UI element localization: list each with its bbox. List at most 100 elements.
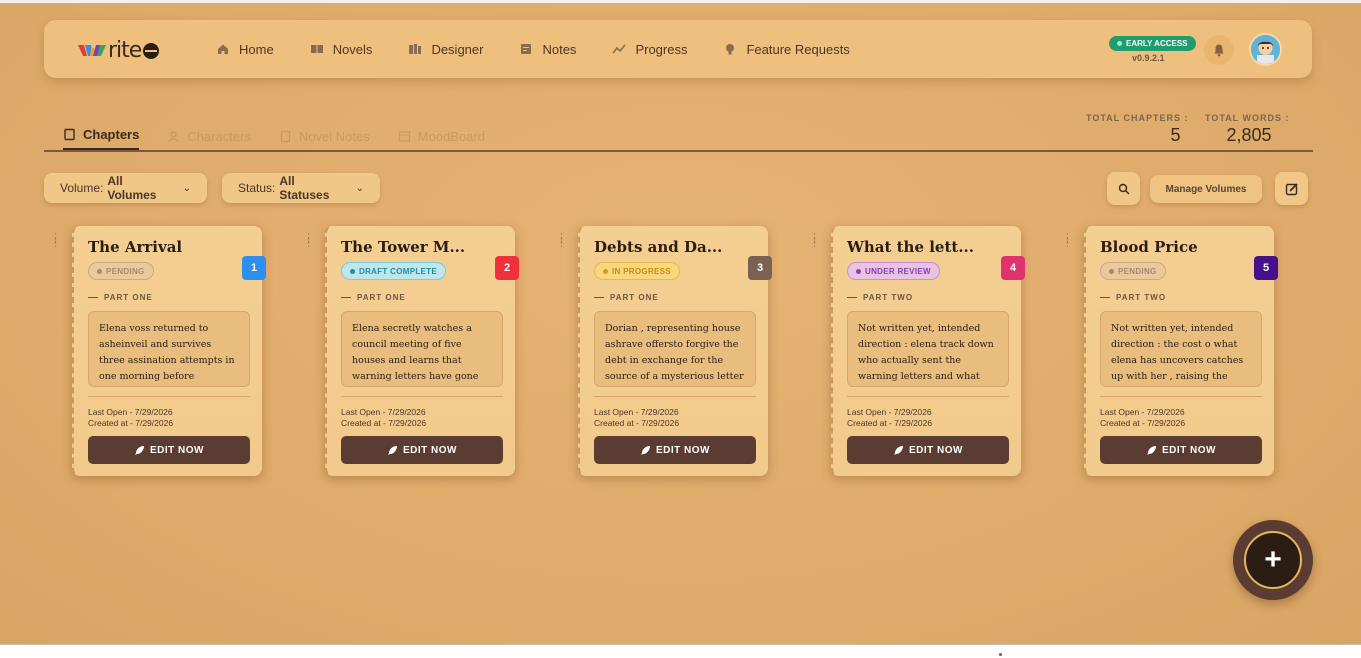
drag-handle-icon[interactable]: ⋮ ⋮ — [303, 233, 314, 249]
nav-item-designer[interactable]: Designer — [408, 42, 483, 57]
chapter-dates: Last Open - 7/29/2026 Created at - 7/29/… — [341, 407, 426, 429]
chapter-card-wrapper: ⋮ ⋮ What the lett... 4 UNDER REVIEW PART … — [809, 226, 1025, 476]
tab-novel-notes[interactable]: Novel Notes — [279, 127, 370, 151]
status-label: DRAFT COMPLETE — [359, 266, 437, 276]
feather-icon — [1147, 445, 1156, 455]
volume-filter-value: All Volumes — [107, 174, 157, 202]
plus-icon: + — [1244, 531, 1302, 589]
drag-handle-icon[interactable]: ⋮ ⋮ — [1062, 233, 1073, 249]
last-open-date: Last Open - 7/29/2026 — [847, 407, 932, 417]
edit-now-button[interactable]: EDIT NOW — [88, 436, 250, 464]
volume-filter-dropdown[interactable]: Volume: All Volumes ⌄ — [44, 173, 207, 203]
edit-now-label: EDIT NOW — [909, 444, 963, 456]
edit-now-button[interactable]: EDIT NOW — [594, 436, 756, 464]
status-badge: PENDING — [88, 262, 154, 280]
status-badge: DRAFT COMPLETE — [341, 262, 446, 280]
edit-now-button[interactable]: EDIT NOW — [1100, 436, 1262, 464]
chapter-title: Blood Price — [1100, 238, 1198, 256]
card-divider — [1100, 396, 1262, 397]
last-open-date: Last Open - 7/29/2026 — [88, 407, 173, 417]
tab-chapters[interactable]: Chapters — [63, 127, 140, 151]
chapter-card[interactable]: Blood Price 5 PENDING PART TWO Not writt… — [1084, 226, 1278, 476]
drag-handle-icon[interactable]: ⋮ ⋮ — [50, 233, 61, 249]
status-filter-label: Status: — [238, 181, 276, 195]
add-chapter-fab[interactable]: + — [1233, 520, 1313, 600]
status-dot-icon — [350, 268, 355, 274]
logo-e-icon — [143, 42, 160, 59]
part-label: PART TWO — [1100, 293, 1166, 302]
tab-moodboard[interactable]: MoodBoard — [398, 127, 485, 151]
edit-now-label: EDIT NOW — [656, 444, 710, 456]
nav-item-home[interactable]: Home — [216, 42, 274, 57]
user-avatar[interactable] — [1249, 33, 1282, 66]
top-nav: rite Home Novels Designer Notes Progress… — [44, 20, 1312, 78]
edit-square-icon — [1285, 182, 1298, 195]
feather-icon — [135, 445, 144, 455]
chapters-book-icon — [63, 128, 76, 141]
status-badge: IN PROGRESS — [594, 262, 680, 280]
app-page: rite Home Novels Designer Notes Progress… — [0, 0, 1361, 644]
edit-now-button[interactable]: EDIT NOW — [847, 436, 1009, 464]
status-filter-dropdown[interactable]: Status: All Statuses ⌄ — [222, 173, 380, 203]
status-dot-icon — [97, 268, 102, 274]
card-divider — [847, 396, 1009, 397]
logo-text: rite — [108, 38, 142, 63]
tab-characters[interactable]: Characters — [167, 127, 251, 151]
drag-handle-icon[interactable]: ⋮ ⋮ — [809, 233, 820, 249]
chapter-title: What the lett... — [847, 238, 974, 256]
drag-handle-icon[interactable]: ⋮ ⋮ — [556, 233, 567, 249]
new-chapter-edit-button[interactable] — [1275, 172, 1308, 205]
total-chapters-label: TOTAL CHAPTERS : — [1086, 113, 1189, 123]
early-access-badge: EARLY ACCESS — [1109, 36, 1196, 51]
chapter-summary: Not written yet, intended direction : el… — [847, 311, 1009, 387]
card-divider — [594, 396, 756, 397]
chapter-title: The Arrival — [88, 238, 183, 256]
nav-item-progress[interactable]: Progress — [612, 42, 687, 57]
nav-item-feature-requests[interactable]: Feature Requests — [723, 41, 850, 57]
search-button[interactable] — [1107, 172, 1140, 205]
section-tabs: Chapters Characters Novel Notes MoodBoar… — [63, 127, 513, 151]
nav-item-label: Progress — [635, 41, 688, 57]
chapter-title: Debts and Da... — [594, 238, 723, 256]
last-open-date: Last Open - 7/29/2026 — [341, 407, 426, 417]
lightbulb-icon — [723, 42, 737, 56]
notes-icon — [519, 42, 533, 56]
notifications-button[interactable] — [1204, 35, 1234, 65]
edit-now-label: EDIT NOW — [1162, 444, 1216, 456]
user-icon — [167, 130, 180, 143]
tab-label: MoodBoard — [417, 128, 485, 144]
home-icon — [216, 42, 230, 56]
manage-volumes-button[interactable]: Manage Volumes — [1150, 175, 1262, 203]
status-dot-icon — [1109, 268, 1114, 274]
app-logo[interactable]: rite — [78, 38, 160, 63]
nav-item-novels[interactable]: Novels — [310, 42, 372, 57]
nav-item-label: Feature Requests — [746, 41, 850, 57]
chapter-summary: Elena secretly watches a council meeting… — [341, 311, 503, 387]
created-date: Created at - 7/29/2026 — [847, 418, 933, 428]
chapter-summary: Not written yet, intended direction : th… — [1100, 311, 1262, 387]
chapter-number-badge: 1 — [242, 256, 266, 280]
chapter-card-wrapper: ⋮ ⋮ The Arrival 1 PENDING PART ONE Elena … — [50, 226, 266, 476]
chapter-card[interactable]: The Arrival 1 PENDING PART ONE Elena vos… — [72, 226, 266, 476]
document-icon — [279, 130, 292, 143]
part-label: PART ONE — [341, 293, 406, 302]
chapter-summary: Elena voss returned to asheinveil and su… — [88, 311, 250, 387]
status-filter-value: All Statuses — [279, 174, 330, 202]
created-date: Created at - 7/29/2026 — [1100, 418, 1186, 428]
edit-now-button[interactable]: EDIT NOW — [341, 436, 503, 464]
edit-now-label: EDIT NOW — [403, 444, 457, 456]
chapter-card[interactable]: What the lett... 4 UNDER REVIEW PART TWO… — [831, 226, 1025, 476]
chapter-card[interactable]: Debts and Da... 3 IN PROGRESS PART ONE D… — [578, 226, 772, 476]
nav-menu: Home Novels Designer Notes Progress Feat… — [216, 20, 886, 78]
status-label: PENDING — [1118, 266, 1157, 276]
book-icon — [310, 42, 324, 56]
logo-w-icon — [78, 44, 106, 56]
status-label: IN PROGRESS — [612, 266, 671, 276]
card-divider — [341, 396, 503, 397]
chapter-card[interactable]: The Tower M... 2 DRAFT COMPLETE PART ONE… — [325, 226, 519, 476]
status-dot-icon — [856, 268, 861, 274]
chapter-card-wrapper: ⋮ ⋮ The Tower M... 2 DRAFT COMPLETE PART … — [303, 226, 519, 476]
nav-item-notes[interactable]: Notes — [519, 42, 576, 57]
chapter-number-badge: 2 — [495, 256, 519, 280]
tab-label: Chapters — [83, 127, 140, 142]
